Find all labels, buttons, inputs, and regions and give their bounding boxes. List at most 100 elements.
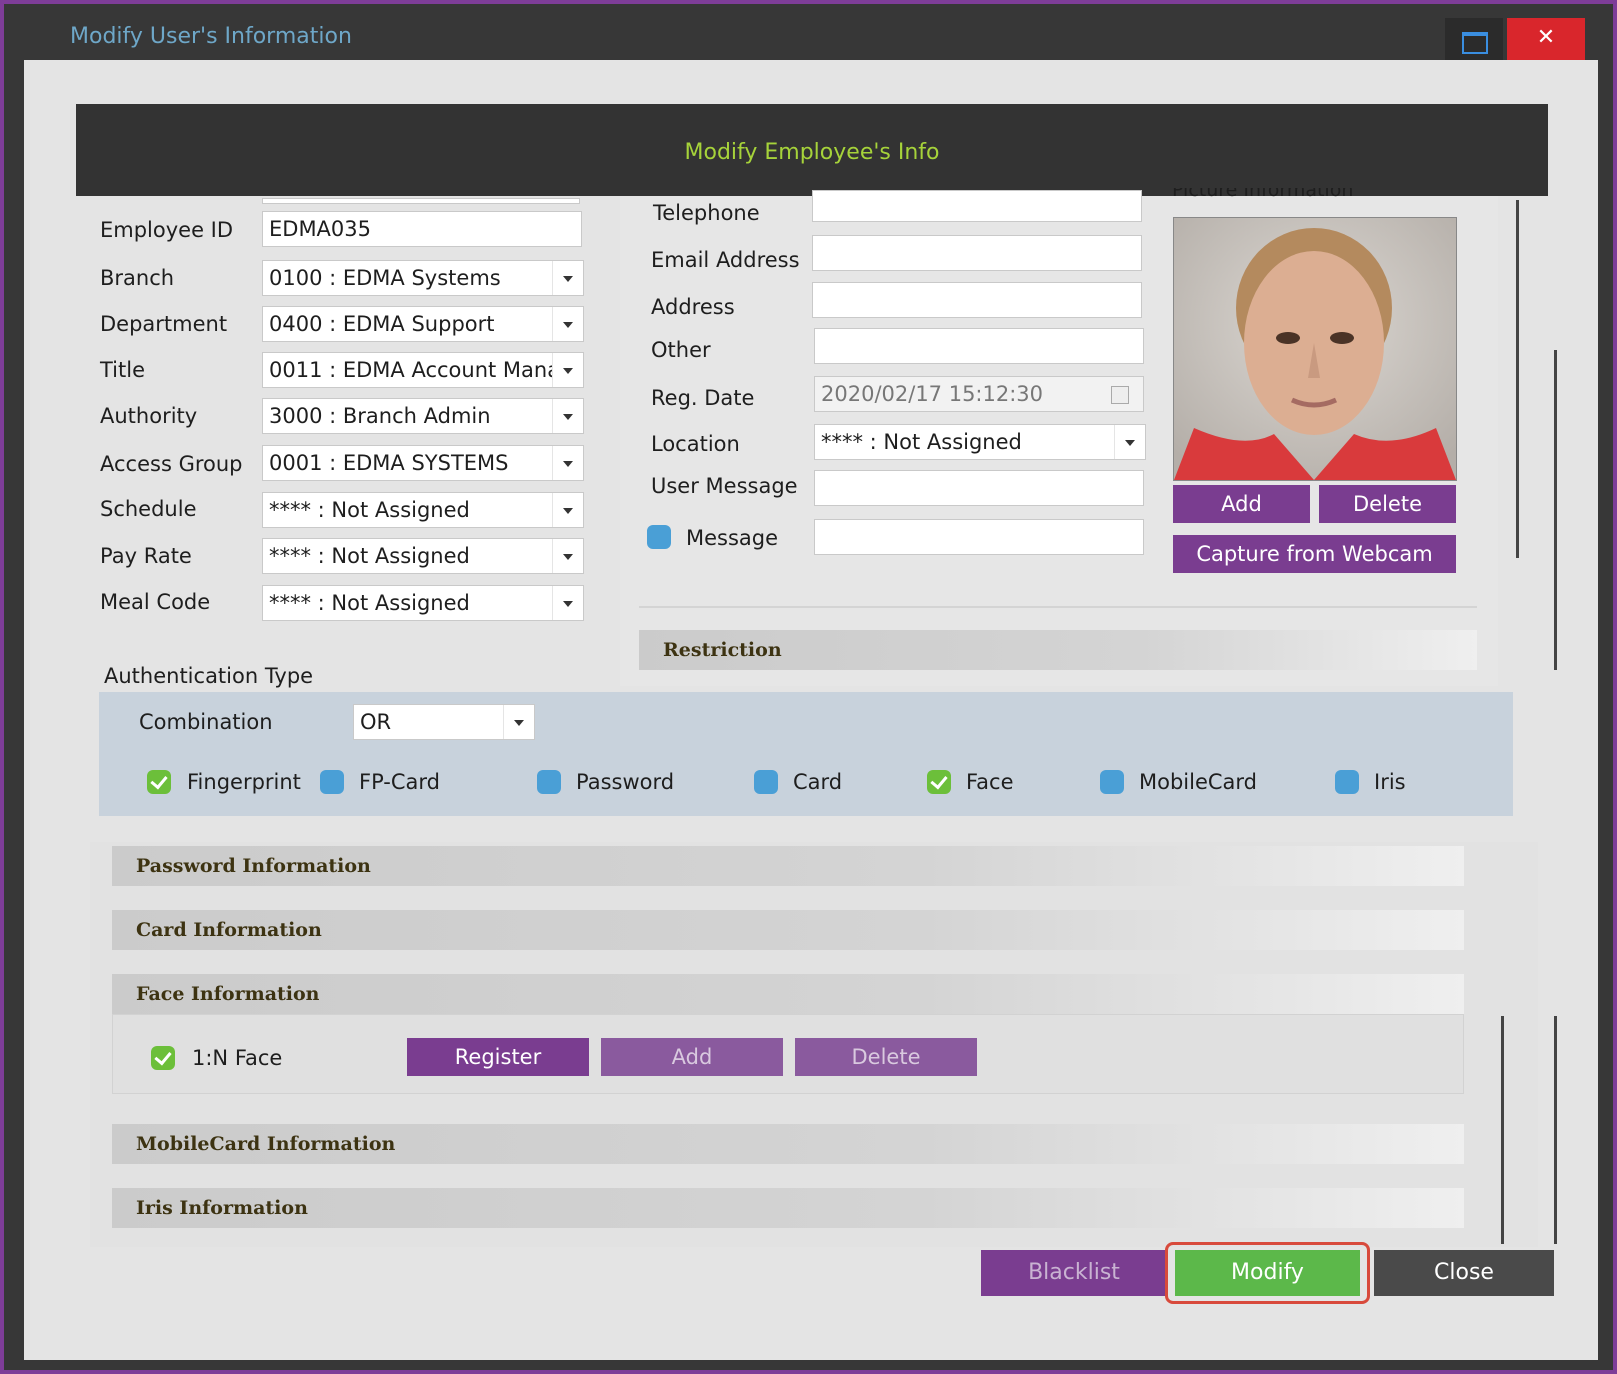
modify-user-window: Modify User's Information ✕ Modify Emplo… [0,0,1617,1374]
title-label: Title [100,358,146,382]
face-info-body [112,1014,1464,1094]
picture-info-heading: Picture Information [1172,188,1353,198]
delete-photo-button[interactable]: Delete [1319,485,1456,523]
address-input[interactable] [812,282,1142,318]
delete-face-button[interactable]: Delete [795,1038,977,1076]
iris-checkbox[interactable] [1335,770,1359,794]
close-button[interactable]: Close [1374,1250,1554,1296]
title-bar[interactable]: Modify User's Information ✕ [4,4,1613,60]
chevron-down-icon[interactable] [1114,425,1145,459]
schedule-value: **** : Not Assigned [269,498,470,522]
meal-code-label: Meal Code [100,590,211,614]
add-face-button[interactable]: Add [601,1038,783,1076]
auth-type-panel: Combination OR Fingerprint FP-Card Passw… [99,692,1513,816]
chevron-down-icon[interactable] [552,586,583,620]
close-window-button[interactable]: ✕ [1507,18,1585,60]
blacklist-button[interactable]: Blacklist [981,1250,1167,1296]
register-face-button[interactable]: Register [407,1038,589,1076]
divider [639,606,1477,608]
upper-scrollbar-track[interactable] [1516,200,1519,558]
card-info-section[interactable]: Card Information [112,910,1464,950]
dialog-header: Modify Employee's Info [76,104,1548,196]
branch-select[interactable]: 0100 : EDMA Systems [262,260,584,296]
fingerprint-label: Fingerprint [187,770,301,794]
pay-rate-label: Pay Rate [100,544,192,568]
restriction-section[interactable]: Restriction [639,630,1477,670]
reg-date-label: Reg. Date [651,386,755,410]
department-value: 0400 : EDMA Support [269,312,495,336]
pay-rate-select[interactable]: **** : Not Assigned [262,538,584,574]
password-checkbox[interactable] [537,770,561,794]
chevron-down-icon[interactable] [552,261,583,295]
pay-rate-value: **** : Not Assigned [269,544,470,568]
email-input[interactable] [812,235,1142,271]
authority-select[interactable]: 3000 : Branch Admin [262,398,584,434]
reg-date-value: 2020/02/17 15:12:30 [821,382,1044,406]
user-message-label: User Message [651,474,798,498]
clipped-field [262,198,580,204]
one-to-n-face-label: 1:N Face [192,1046,283,1070]
modify-button[interactable]: Modify [1175,1250,1360,1296]
branch-value: 0100 : EDMA Systems [269,266,501,290]
outer-scrollbar-thumb[interactable] [1554,1016,1557,1244]
location-value: **** : Not Assigned [821,430,1022,454]
mobilecard-info-section[interactable]: MobileCard Information [112,1124,1464,1164]
face-info-section[interactable]: Face Information [112,974,1464,1014]
upper-scrollbar-thumb[interactable] [1554,350,1557,670]
capture-webcam-button[interactable]: Capture from Webcam [1173,535,1456,573]
employee-photo [1173,217,1457,481]
access-group-select[interactable]: 0001 : EDMA SYSTEMS [262,445,584,481]
chevron-down-icon[interactable] [552,493,583,527]
iris-info-section[interactable]: Iris Information [112,1188,1464,1228]
address-label: Address [651,295,735,319]
chevron-down-icon[interactable] [503,705,534,739]
iris-label: Iris [1374,770,1406,794]
message-label: Message [686,526,779,550]
meal-code-select[interactable]: **** : Not Assigned [262,585,584,621]
combination-value: OR [360,710,392,734]
card-checkbox[interactable] [754,770,778,794]
header-title: Modify Employee's Info [684,140,940,165]
fp-card-checkbox[interactable] [320,770,344,794]
chevron-down-icon[interactable] [552,539,583,573]
mobilecard-checkbox[interactable] [1100,770,1124,794]
reg-date-picker: 2020/02/17 15:12:30 [814,376,1144,412]
telephone-input[interactable] [812,190,1142,222]
access-group-label: Access Group [100,452,243,476]
chevron-down-icon[interactable] [552,399,583,433]
email-label: Email Address [651,248,800,272]
other-input[interactable] [814,328,1144,364]
lower-scrollbar-thumb[interactable] [1501,1016,1504,1244]
chevron-down-icon[interactable] [552,307,583,341]
authority-value: 3000 : Branch Admin [269,404,491,428]
department-select[interactable]: 0400 : EDMA Support [262,306,584,342]
message-input[interactable] [814,519,1144,555]
employee-id-input[interactable]: EDMA035 [262,211,582,247]
chevron-down-icon[interactable] [552,353,583,387]
password-info-section[interactable]: Password Information [112,846,1464,886]
one-to-n-face-checkbox[interactable] [151,1046,175,1070]
title-select[interactable]: 0011 : EDMA Account Manag [262,352,584,388]
combination-select[interactable]: OR [353,704,535,740]
fp-card-label: FP-Card [359,770,440,794]
maximize-icon [1462,32,1488,54]
combination-label: Combination [139,710,273,734]
location-select[interactable]: **** : Not Assigned [814,424,1146,460]
add-photo-button[interactable]: Add [1173,485,1310,523]
maximize-button[interactable] [1445,18,1503,60]
face-checkbox[interactable] [927,770,951,794]
chevron-down-icon[interactable] [552,446,583,480]
message-checkbox[interactable] [647,525,671,549]
auth-type-label: Authentication Type [104,664,314,688]
user-message-input[interactable] [814,470,1144,506]
face-label: Face [966,770,1014,794]
telephone-label: Telephone [653,201,760,225]
password-label: Password [576,770,675,794]
employee-id-label: Employee ID [100,218,234,242]
branch-label: Branch [100,266,175,290]
fingerprint-checkbox[interactable] [147,770,171,794]
access-group-value: 0001 : EDMA SYSTEMS [269,451,509,475]
schedule-select[interactable]: **** : Not Assigned [262,492,584,528]
title-value: 0011 : EDMA Account Manag [269,358,574,382]
location-label: Location [651,432,740,456]
